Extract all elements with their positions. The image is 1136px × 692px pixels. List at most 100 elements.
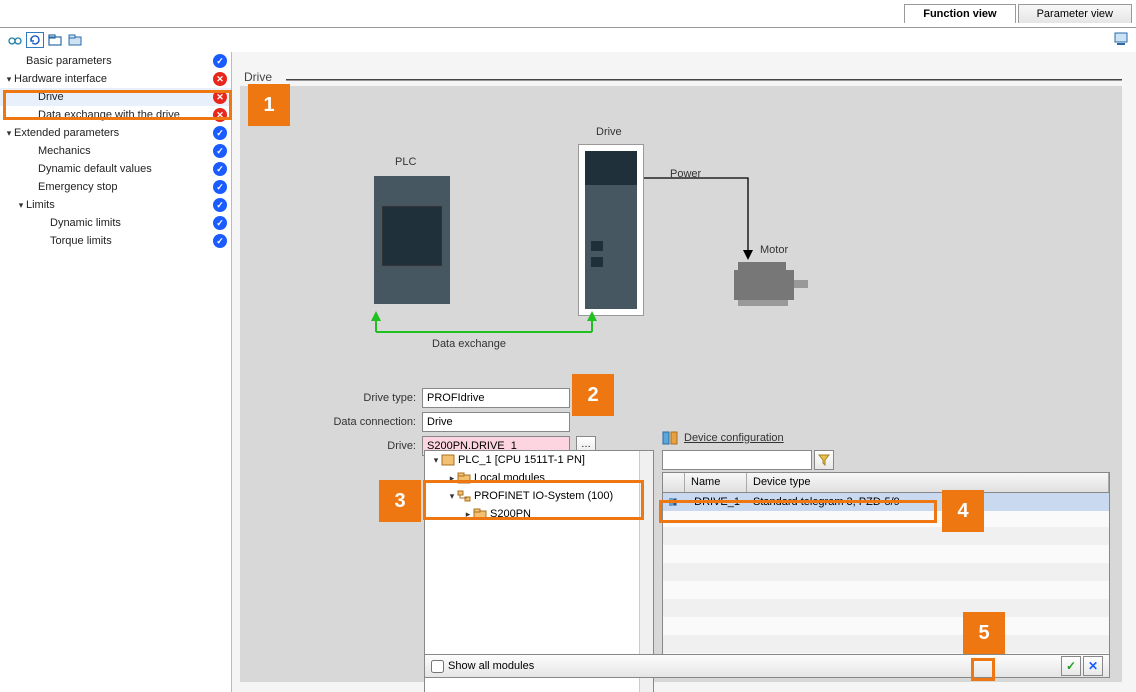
- cancel-button[interactable]: ✕: [1083, 656, 1103, 676]
- show-all-modules-label: Show all modules: [448, 660, 534, 672]
- panel-options-icon[interactable]: [1114, 32, 1128, 46]
- confirm-button[interactable]: ✓: [1061, 656, 1081, 676]
- check-icon: [213, 198, 227, 212]
- connection-arrows: [240, 86, 1122, 396]
- col-name[interactable]: Name: [685, 473, 747, 492]
- tree-label: Torque limits: [50, 235, 213, 247]
- data-connection-label: Data connection:: [256, 416, 416, 428]
- tree-item-limits[interactable]: ▾ Limits: [0, 196, 231, 214]
- drive-panel: PLC Drive Power Motor: [240, 86, 1122, 682]
- refresh-icon[interactable]: [26, 32, 44, 48]
- tab-function-view[interactable]: Function view: [904, 4, 1015, 23]
- tree-node-plc[interactable]: ▾ PLC_1 [CPU 1511T-1 PN]: [425, 451, 653, 469]
- tree-item-data-exchange[interactable]: Data exchange with the drive: [0, 106, 231, 124]
- check-icon: [213, 234, 227, 248]
- glasses-icon[interactable]: [6, 32, 24, 48]
- device-grid: Name Device type DRIVE_1 Standard telegr…: [662, 472, 1110, 676]
- power-label: Power: [670, 168, 701, 180]
- error-icon: [213, 90, 227, 104]
- cpu-icon: [441, 454, 455, 466]
- check-icon: [213, 144, 227, 158]
- tree-item-emergency-stop[interactable]: Emergency stop: [0, 178, 231, 196]
- tree-label: Dynamic limits: [50, 217, 213, 229]
- tree-item-extended-parameters[interactable]: ▾ Extended parameters: [0, 124, 231, 142]
- tree-item-mechanics[interactable]: Mechanics: [0, 142, 231, 160]
- tree-label: Limits: [26, 199, 213, 211]
- grid-header: Name Device type: [663, 473, 1109, 493]
- tree-node-local-modules[interactable]: ▸ Local modules: [425, 469, 653, 487]
- data-exchange-label: Data exchange: [432, 338, 506, 350]
- network-icon: [457, 490, 471, 502]
- tree-item-drive[interactable]: Drive: [0, 88, 231, 106]
- plc-label: PLC: [395, 156, 416, 168]
- tree-item-torque-limits[interactable]: Torque limits: [0, 232, 231, 250]
- tree-node-s200pn[interactable]: ▸ S200PN: [425, 505, 653, 523]
- data-connection-row: Data connection:: [256, 412, 570, 432]
- motor-graphic: [734, 262, 818, 306]
- toolbar: [0, 28, 1136, 52]
- tree-label: Basic parameters: [26, 55, 213, 67]
- grid-row-drive1[interactable]: DRIVE_1 Standard telegram 3, PZD-5/9: [663, 493, 1109, 511]
- callout-3: 3: [379, 480, 421, 522]
- drive-label: Drive: [596, 126, 622, 138]
- show-all-modules-checkbox[interactable]: [431, 660, 444, 673]
- drive-type-input[interactable]: [422, 388, 570, 408]
- tree-label: Hardware interface: [14, 73, 213, 85]
- drive-icon: [669, 495, 678, 509]
- tree-label: Drive: [38, 91, 213, 103]
- folder2-icon[interactable]: [66, 32, 84, 48]
- motor-label: Motor: [760, 244, 788, 256]
- folder-icon[interactable]: [46, 32, 64, 48]
- tree-node-label: S200PN: [490, 508, 531, 520]
- drive-graphic[interactable]: [578, 144, 644, 316]
- callout-5: 5: [963, 612, 1005, 654]
- hardware-diagram: PLC Drive Power Motor: [240, 86, 1122, 396]
- check-icon: [213, 126, 227, 140]
- callout-2: 2: [572, 374, 614, 416]
- folder-icon: [473, 508, 487, 520]
- check-icon: [213, 162, 227, 176]
- check-icon: [213, 180, 227, 194]
- tab-parameter-view[interactable]: Parameter view: [1018, 4, 1132, 23]
- check-icon: [213, 54, 227, 68]
- editor-topbar: Function view Parameter view: [0, 0, 1136, 28]
- folder-icon: [457, 472, 471, 484]
- callout-1: 1: [248, 84, 290, 126]
- navigation-tree: Basic parameters ▾ Hardware interface Dr…: [0, 52, 232, 692]
- tree-node-profinet[interactable]: ▾ PROFINET IO-System (100): [425, 487, 653, 505]
- tree-node-label: PROFINET IO-System (100): [474, 490, 613, 502]
- device-config-link[interactable]: Device configuration: [684, 432, 784, 444]
- cell-device-type: Standard telegram 3, PZD-5/9: [747, 494, 1109, 510]
- drive-type-label: Drive type:: [256, 392, 416, 404]
- tree-label: Extended parameters: [14, 127, 213, 139]
- filter-input[interactable]: [662, 450, 812, 470]
- device-config-icon[interactable]: [662, 430, 678, 446]
- tree-label: Dynamic default values: [38, 163, 213, 175]
- tree-item-dynamic-defaults[interactable]: Dynamic default values: [0, 160, 231, 178]
- popup-bottom-bar: Show all modules ✓ ✕: [424, 654, 1110, 678]
- main-content: Drive PLC Drive Power Motor: [232, 52, 1136, 692]
- data-connection-input[interactable]: [422, 412, 570, 432]
- section-title: Drive: [244, 70, 272, 84]
- tree-item-dynamic-limits[interactable]: Dynamic limits: [0, 214, 231, 232]
- tree-label: Mechanics: [38, 145, 213, 157]
- check-icon: [213, 216, 227, 230]
- plc-graphic: [374, 176, 450, 304]
- tree-item-hardware-interface[interactable]: ▾ Hardware interface: [0, 70, 231, 88]
- cell-name: DRIVE_1: [685, 494, 747, 510]
- section-divider: [286, 79, 1122, 81]
- tree-item-basic-parameters[interactable]: Basic parameters: [0, 52, 231, 70]
- error-icon: [213, 108, 227, 122]
- tree-node-label: Local modules: [474, 472, 545, 484]
- filter-button[interactable]: [814, 450, 834, 470]
- view-tabs: Function view Parameter view: [904, 4, 1132, 23]
- tree-node-label: PLC_1 [CPU 1511T-1 PN]: [458, 454, 585, 466]
- col-device-type[interactable]: Device type: [747, 473, 1109, 492]
- device-configuration-panel: Device configuration Name Device type DR…: [662, 430, 1110, 692]
- drive-field-label: Drive:: [256, 440, 416, 452]
- drive-type-row: Drive type:: [256, 388, 570, 408]
- callout-4: 4: [942, 490, 984, 532]
- error-icon: [213, 72, 227, 86]
- tree-label: Data exchange with the drive: [38, 109, 213, 121]
- tree-label: Emergency stop: [38, 181, 213, 193]
